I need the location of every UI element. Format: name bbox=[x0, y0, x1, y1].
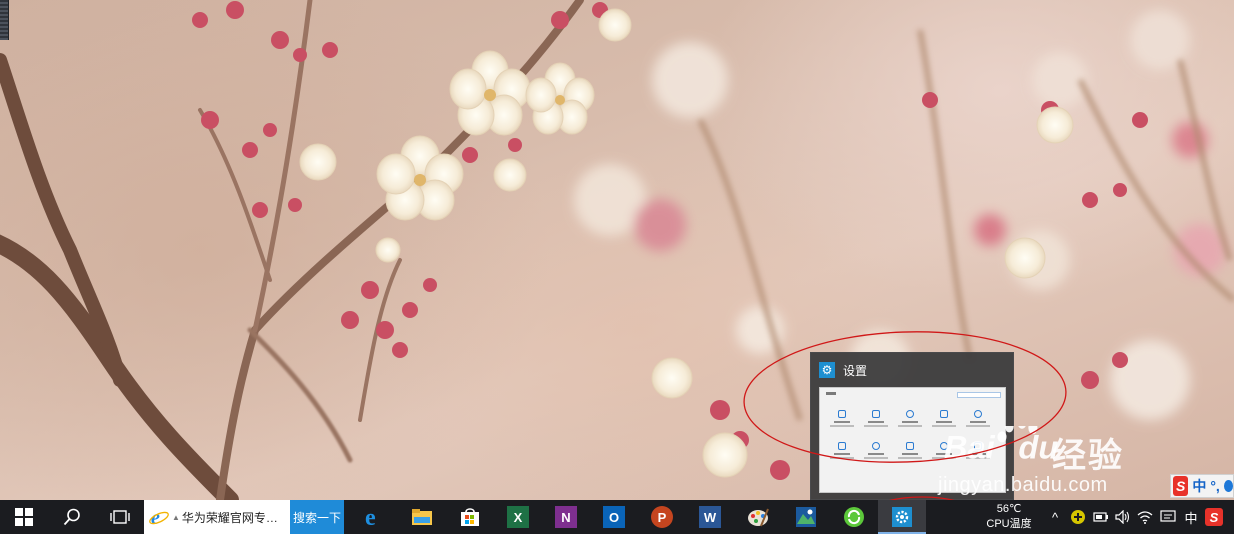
battery-icon bbox=[1093, 512, 1108, 522]
thumbnail-header: ⚙ 设置 bbox=[819, 361, 867, 379]
watermark-product-name: 经验 bbox=[1052, 437, 1124, 475]
gear-icon: ⚙ bbox=[819, 362, 835, 378]
taskbar-app-onenote[interactable]: N bbox=[542, 500, 590, 534]
preview-settings-item bbox=[862, 410, 890, 436]
edge-icon: e bbox=[365, 506, 376, 528]
ime-mode-toggle[interactable]: 中 bbox=[1192, 476, 1206, 496]
cpu-temperature-value: 56℃ bbox=[996, 503, 1022, 515]
taskbar-app-excel[interactable]: X bbox=[494, 500, 542, 534]
plus-circle-icon bbox=[1071, 510, 1085, 524]
search-button[interactable] bbox=[48, 500, 96, 534]
store-icon bbox=[461, 508, 479, 526]
ie-address-text[interactable]: 华为荣耀官网专… bbox=[182, 509, 278, 526]
window-edge-grip[interactable] bbox=[0, 0, 9, 40]
wifi-icon bbox=[1137, 511, 1153, 524]
cpu-temperature-label: CPU温度 bbox=[986, 518, 1032, 530]
system-tray: ^ 中 S bbox=[1044, 500, 1226, 534]
windows-logo-icon bbox=[15, 508, 33, 526]
show-hidden-icons-button[interactable]: ^ bbox=[1044, 500, 1066, 534]
ime-emoji-icon[interactable] bbox=[1223, 480, 1233, 492]
word-icon: W bbox=[699, 506, 721, 528]
taskbar-app-store[interactable] bbox=[446, 500, 494, 534]
svg-text:Bai: Bai bbox=[944, 429, 996, 466]
battery-button[interactable] bbox=[1090, 500, 1112, 534]
internet-explorer-icon: e bbox=[149, 507, 169, 528]
ie-address-toolbar[interactable]: e ▲ 华为荣耀官网专… bbox=[144, 500, 290, 534]
ime-punctuation-toggle[interactable]: °, bbox=[1210, 478, 1220, 494]
photo-app-icon bbox=[796, 507, 816, 527]
outlook-icon: O bbox=[603, 506, 625, 528]
powerpoint-icon: P bbox=[651, 506, 673, 528]
action-center-button[interactable] bbox=[1156, 500, 1180, 534]
tray-app-icon[interactable] bbox=[1066, 500, 1090, 534]
svg-text:e: e bbox=[365, 506, 376, 528]
onenote-icon: N bbox=[555, 506, 577, 528]
sogou-tray-icon: S bbox=[1205, 508, 1223, 526]
preview-settings-item bbox=[862, 442, 890, 468]
preview-settings-item bbox=[896, 410, 924, 436]
task-view-icon bbox=[110, 510, 130, 524]
cpu-temperature-widget[interactable]: 56℃ CPU温度 bbox=[980, 502, 1038, 534]
thumbnail-title: 设置 bbox=[843, 363, 868, 378]
sogou-ime-icon[interactable]: S bbox=[1173, 476, 1189, 496]
excel-icon: X bbox=[507, 506, 529, 528]
preview-window-title bbox=[826, 392, 836, 395]
network-button[interactable] bbox=[1134, 500, 1156, 534]
taskbar-app-paint[interactable] bbox=[734, 500, 782, 534]
ime-status-bar[interactable]: S 中 °, bbox=[1170, 474, 1234, 498]
taskbar-app-green[interactable] bbox=[830, 500, 878, 534]
taskbar-app-edge[interactable]: e bbox=[350, 500, 398, 534]
taskbar-app-file-explorer[interactable] bbox=[398, 500, 446, 534]
folder-icon bbox=[412, 509, 432, 525]
search-icon bbox=[63, 508, 80, 526]
baidu-jingyan-watermark: Bai du 经验 jingyan.baidu.com bbox=[936, 398, 1176, 500]
preview-settings-item bbox=[828, 410, 856, 436]
taskbar-app-outlook[interactable]: O bbox=[590, 500, 638, 534]
ie-search-button[interactable]: 搜索一下 bbox=[290, 500, 344, 534]
speaker-icon bbox=[1115, 510, 1130, 524]
volume-button[interactable] bbox=[1112, 500, 1134, 534]
notification-icon bbox=[1160, 510, 1176, 522]
preview-settings-item bbox=[896, 442, 924, 468]
start-button[interactable] bbox=[0, 500, 48, 534]
taskbar-app-photos[interactable] bbox=[782, 500, 830, 534]
paint-palette-icon bbox=[748, 508, 769, 527]
preview-settings-item bbox=[828, 442, 856, 468]
green-circle-icon bbox=[844, 507, 864, 527]
taskbar-app-settings[interactable] bbox=[878, 500, 926, 534]
watermark-url: jingyan.baidu.com bbox=[938, 474, 1108, 496]
gear-icon bbox=[892, 507, 912, 527]
ime-mode-indicator[interactable]: 中 bbox=[1180, 500, 1202, 534]
taskbar-app-word[interactable]: W bbox=[686, 500, 734, 534]
taskbar-app-powerpoint[interactable]: P bbox=[638, 500, 686, 534]
task-view-button[interactable] bbox=[96, 500, 144, 534]
tray-sogou-button[interactable]: S bbox=[1202, 500, 1226, 534]
ie-dropdown-icon[interactable]: ▲ bbox=[172, 513, 180, 522]
